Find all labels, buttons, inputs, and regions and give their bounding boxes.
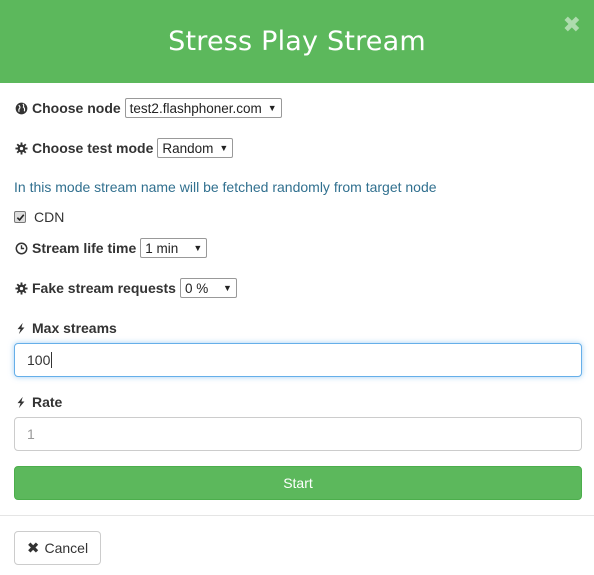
close-icon[interactable]: ✖ (563, 14, 581, 36)
node-label: Choose node (32, 100, 121, 116)
fake-requests-select[interactable]: 0 % ▼ (179, 278, 237, 298)
rate-placeholder: 1 (27, 426, 35, 442)
node-row: Choose node test2.flashphoner.com ▼ (14, 97, 282, 119)
bolt-icon (14, 395, 28, 409)
lifetime-select[interactable]: 1 min ▼ (140, 238, 208, 258)
clock-icon (14, 241, 28, 255)
fake-requests-label: Fake stream requests (32, 280, 176, 296)
test-mode-row: Choose test mode Random ▼ (14, 137, 234, 159)
modal-title: Stress Play Stream (168, 26, 426, 57)
chevron-down-icon: ▼ (219, 143, 229, 153)
check-icon (16, 213, 24, 221)
text-cursor (51, 352, 53, 368)
chevron-down-icon: ▼ (193, 243, 203, 253)
lifetime-select-value: 1 min (145, 240, 179, 256)
mode-info-text: In this mode stream name will be fetched… (14, 179, 437, 195)
rate-input[interactable]: 1 (14, 417, 582, 451)
rate-label-row: Rate (14, 391, 66, 413)
footer-divider (0, 515, 594, 516)
rate-label: Rate (32, 394, 63, 410)
cdn-label: CDN (34, 209, 65, 225)
cancel-label: Cancel (44, 540, 89, 556)
max-streams-input[interactable]: 100 (14, 343, 582, 377)
node-select-value: test2.flashphoner.com (129, 100, 262, 116)
chevron-down-icon: ▼ (267, 103, 277, 113)
bolt-icon (14, 321, 28, 335)
max-streams-value: 100 (27, 352, 51, 368)
close-icon: ✖ (26, 540, 40, 557)
test-mode-select[interactable]: Random ▼ (157, 138, 234, 158)
chevron-down-icon: ▼ (223, 283, 232, 293)
cdn-checkbox[interactable] (14, 211, 26, 223)
test-mode-select-value: Random (162, 140, 214, 156)
fake-requests-row: Fake stream requests 0 % ▼ (14, 277, 237, 299)
test-mode-label: Choose test mode (32, 140, 154, 156)
cancel-button[interactable]: ✖ Cancel (14, 531, 101, 565)
gear-icon (14, 281, 28, 295)
lifetime-row: Stream life time 1 min ▼ (14, 237, 208, 259)
start-button[interactable]: Start (14, 466, 582, 500)
cdn-row: CDN (14, 209, 64, 225)
node-select[interactable]: test2.flashphoner.com ▼ (124, 98, 282, 118)
lifetime-label: Stream life time (32, 240, 137, 256)
max-streams-label: Max streams (32, 320, 117, 336)
globe-icon (14, 101, 28, 115)
gear-icon (14, 141, 28, 155)
max-streams-label-row: Max streams (14, 317, 121, 339)
modal-header: Stress Play Stream ✖ (0, 0, 594, 83)
fake-requests-select-value: 0 % (184, 280, 209, 296)
